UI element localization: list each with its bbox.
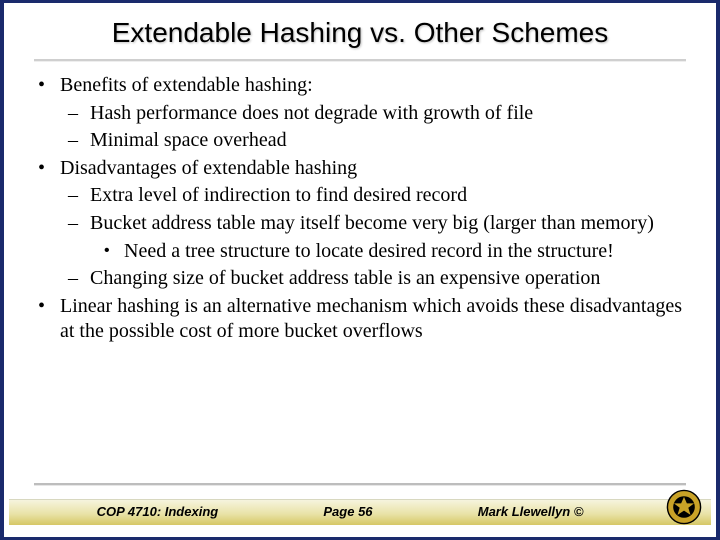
bullet-dis-1: – Extra level of indirection to find des… (68, 183, 682, 209)
bullet-text: Extra level of indirection to find desir… (90, 183, 682, 209)
bullet-marker: • (104, 239, 124, 265)
bullet-marker: • (38, 294, 60, 345)
bullet-text: Disadvantages of extendable hashing (60, 156, 682, 182)
title-region: Extendable Hashing vs. Other Schemes (4, 3, 716, 55)
bullet-marker: • (38, 73, 60, 99)
bullet-marker: • (38, 156, 60, 182)
bullet-dis-2: – Bucket address table may itself become… (68, 211, 682, 237)
bullet-dis-2a: • Need a tree structure to locate desire… (104, 239, 682, 265)
dash-marker: – (68, 128, 90, 154)
bullet-text: Need a tree structure to locate desired … (124, 239, 682, 265)
footer-right: Mark Llewellyn © (478, 504, 584, 519)
bullet-text: Minimal space overhead (90, 128, 682, 154)
dash-marker: – (68, 266, 90, 292)
bullet-text: Bucket address table may itself become v… (90, 211, 682, 237)
footer-text-row: COP 4710: Indexing Page 56 Mark Llewelly… (4, 504, 716, 519)
footer: COP 4710: Indexing Page 56 Mark Llewelly… (4, 483, 716, 529)
footer-divider (34, 483, 686, 485)
slide: Extendable Hashing vs. Other Schemes • B… (0, 0, 720, 540)
slide-title: Extendable Hashing vs. Other Schemes (44, 17, 676, 49)
footer-left: COP 4710: Indexing (97, 504, 219, 519)
bullet-text: Linear hashing is an alternative mechani… (60, 294, 682, 345)
dash-marker: – (68, 183, 90, 209)
bullet-text: Changing size of bucket address table is… (90, 266, 682, 292)
bullet-text: Benefits of extendable hashing: (60, 73, 682, 99)
bullet-text: Hash performance does not degrade with g… (90, 101, 682, 127)
dash-marker: – (68, 211, 90, 237)
dash-marker: – (68, 101, 90, 127)
bullet-benefit-2: – Minimal space overhead (68, 128, 682, 154)
slide-body: • Benefits of extendable hashing: – Hash… (4, 61, 716, 537)
ucf-logo-icon (666, 489, 702, 525)
bullet-linear: • Linear hashing is an alternative mecha… (38, 294, 682, 345)
footer-center: Page 56 (323, 504, 372, 519)
bullet-disadvantages: • Disadvantages of extendable hashing (38, 156, 682, 182)
bullet-benefits: • Benefits of extendable hashing: (38, 73, 682, 99)
bullet-benefit-1: – Hash performance does not degrade with… (68, 101, 682, 127)
bullet-dis-3: – Changing size of bucket address table … (68, 266, 682, 292)
